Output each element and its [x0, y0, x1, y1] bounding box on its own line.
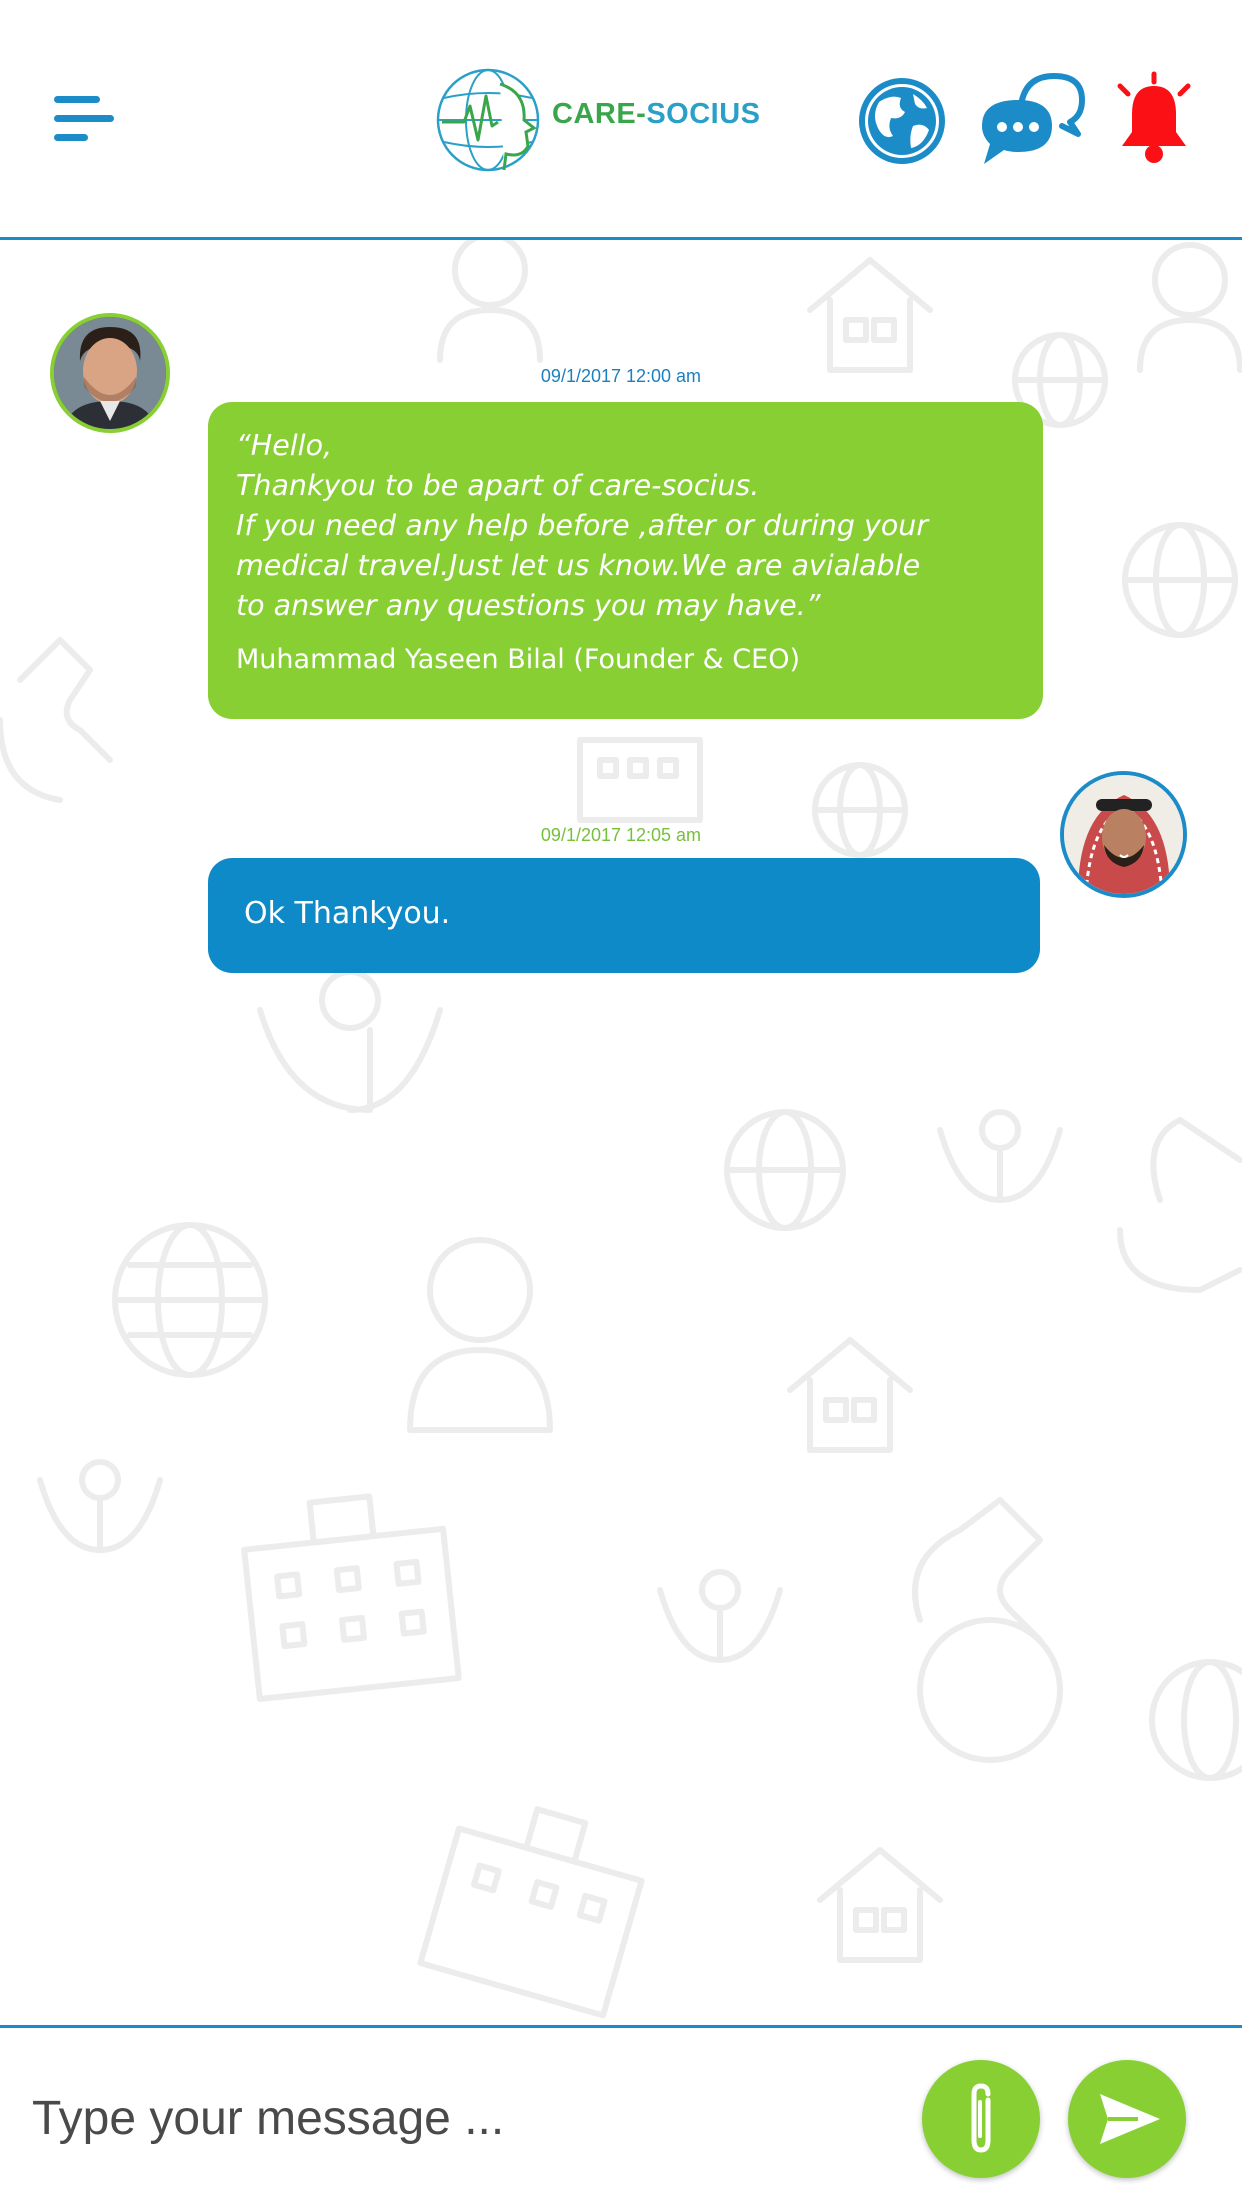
- care-socius-logo-icon: [436, 68, 540, 172]
- message-timestamp: 09/1/2017 12:05 am: [540, 825, 702, 845]
- menu-icon-line-1: [54, 96, 100, 103]
- globe-icon[interactable]: [857, 76, 947, 166]
- brand-prefix: CARE-: [552, 98, 647, 130]
- message-signature: Muhammad Yaseen Bilal (Founder & CEO): [236, 644, 801, 675]
- message-text: Ok Thankyou.: [244, 896, 451, 931]
- brand-logo: CARE-SOCIUS: [434, 66, 764, 174]
- menu-icon-line-2: [54, 115, 114, 122]
- message-text: “Hello, Thankyou to be apart of care-soc…: [236, 429, 929, 622]
- chat-bubbles-icon[interactable]: [978, 70, 1090, 170]
- avatar-user[interactable]: [1060, 771, 1187, 898]
- brand-suffix: SOCIUS: [646, 98, 761, 130]
- app-header: CARE-SOCIUS: [0, 0, 1242, 240]
- brand-name: CARE-SOCIUS: [552, 98, 761, 131]
- menu-icon-line-3: [54, 134, 88, 141]
- avatar-founder[interactable]: [50, 313, 170, 433]
- person-avatar-icon: [1064, 775, 1183, 894]
- message-timestamp: 09/1/2017 12:00 am: [540, 366, 702, 386]
- person-avatar-icon: [54, 317, 166, 429]
- message-input[interactable]: [30, 2072, 884, 2164]
- send-button[interactable]: [1068, 2060, 1186, 2178]
- attach-button[interactable]: [922, 2060, 1040, 2178]
- bell-icon[interactable]: [1114, 70, 1194, 170]
- menu-button[interactable]: [54, 96, 114, 144]
- paperclip-icon: [971, 2083, 991, 2153]
- message-composer: [0, 2025, 1242, 2208]
- outgoing-message-bubble[interactable]: Ok Thankyou.: [208, 858, 1040, 973]
- incoming-message-bubble[interactable]: “Hello, Thankyou to be apart of care-soc…: [208, 402, 1043, 719]
- chat-thread: 09/1/2017 12:00 am “Hello, Thankyou to b…: [0, 240, 1242, 2025]
- send-icon: [1100, 2094, 1160, 2144]
